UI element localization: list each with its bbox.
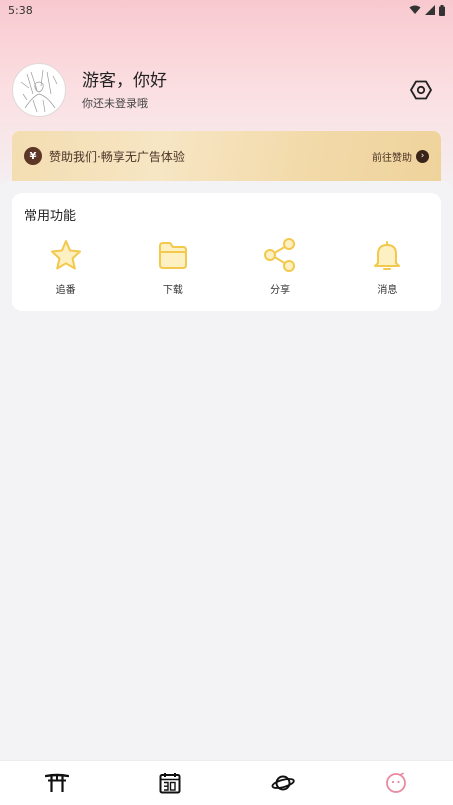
signal-icon [425, 5, 435, 15]
function-grid: 追番 下载 分享 消息 [12, 237, 441, 297]
chevron-right-icon: › [416, 149, 429, 163]
settings-button[interactable] [406, 75, 436, 105]
status-icons [409, 4, 445, 16]
function-follow-anime[interactable]: 追番 [12, 237, 119, 297]
wifi-icon [409, 5, 421, 14]
function-share[interactable]: 分享 [227, 237, 334, 297]
nav-discover[interactable] [227, 761, 340, 805]
bottom-navigation [0, 760, 453, 805]
sponsor-link[interactable]: 前往赞助 › [372, 149, 429, 164]
avatar[interactable] [12, 63, 66, 117]
profile-section: 游客，你好 你还未登录哦 [12, 62, 442, 118]
planet-icon [271, 775, 295, 791]
settings-hexagon-icon [410, 80, 432, 100]
share-icon [262, 237, 298, 273]
login-hint[interactable]: 你还未登录哦 [82, 95, 406, 111]
status-time: 5:38 [8, 3, 33, 17]
nav-profile[interactable] [340, 761, 453, 805]
star-icon [48, 237, 84, 273]
sponsor-banner[interactable]: ¥ 赞助我们·畅享无广告体验 前往赞助 › [12, 131, 441, 181]
profile-text: 游客，你好 你还未登录哦 [82, 69, 406, 111]
battery-icon [439, 4, 445, 16]
status-bar: 5:38 [0, 0, 453, 20]
function-label: 消息 [377, 285, 398, 296]
card-title: 常用功能 [24, 209, 77, 224]
nav-home[interactable] [0, 761, 113, 805]
avatar-sketch-icon [20, 69, 58, 113]
function-label: 分享 [270, 285, 291, 296]
nav-schedule[interactable] [113, 761, 226, 805]
function-label: 追番 [55, 285, 76, 296]
greeting-text: 游客，你好 [82, 71, 167, 91]
calendar-30-icon [159, 773, 181, 794]
folder-icon [155, 237, 191, 273]
yen-icon: ¥ [24, 147, 42, 165]
torii-gate-icon [44, 773, 69, 792]
sponsor-text: 赞助我们·畅享无广告体验 [49, 149, 185, 164]
bell-icon [369, 237, 405, 273]
function-download[interactable]: 下载 [119, 237, 226, 297]
function-messages[interactable]: 消息 [334, 237, 441, 297]
function-label: 下载 [162, 285, 183, 296]
common-functions-card: 常用功能 追番 下载 分享 消息 [12, 193, 441, 311]
sponsor-link-label: 前往赞助 [372, 152, 412, 164]
profile-face-icon [386, 772, 407, 793]
